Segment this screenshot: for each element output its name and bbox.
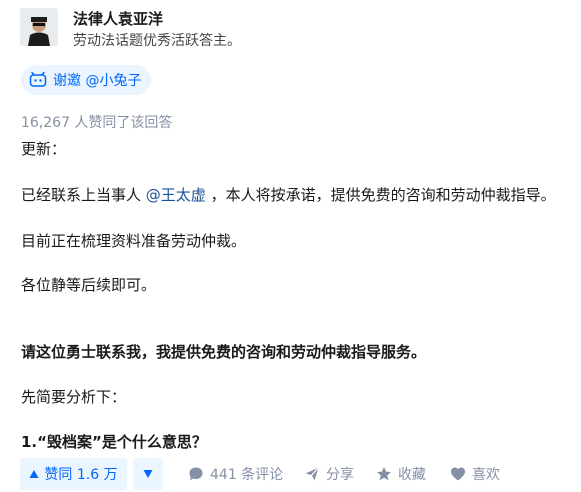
like-button[interactable]: 喜欢 xyxy=(450,458,500,490)
paragraph-update: 更新： xyxy=(21,140,67,158)
comments-button[interactable]: 441 条评论 xyxy=(188,458,283,490)
paragraph-preparing: 目前正在梳理资料准备劳动仲裁。 xyxy=(21,232,247,250)
vote-down-button[interactable] xyxy=(133,458,163,490)
paragraph-contacted: 已经联系上当事人 @王太虚 ，本人将按承诺，提供免费的咨询和劳动仲裁指导。 xyxy=(21,184,556,205)
heart-icon xyxy=(451,467,465,481)
comment-icon xyxy=(189,467,203,481)
invite-tag[interactable]: 谢邀 @小兔子 xyxy=(21,65,152,95)
author-name[interactable]: 法律人袁亚洋 xyxy=(73,8,163,29)
paragraph-analysis-intro: 先简要分析下： xyxy=(21,388,127,406)
favorite-button[interactable]: 收藏 xyxy=(376,458,426,490)
invite-icon xyxy=(29,71,47,87)
share-icon xyxy=(305,467,319,481)
action-bar: 赞同 1.6 万 441 条评论 分享 收藏 喜欢 xyxy=(0,456,581,492)
triangle-up-icon xyxy=(29,470,39,478)
like-label: 喜欢 xyxy=(472,467,500,483)
user-mention-link[interactable]: @王太虚 xyxy=(146,186,206,204)
invite-label: 谢邀 @小兔子 xyxy=(53,73,142,89)
author-bio: 劳动法话题优秀活跃答主。 xyxy=(73,33,241,49)
text-before-mention: 已经联系上当事人 xyxy=(21,186,146,204)
share-button[interactable]: 分享 xyxy=(304,458,354,490)
vote-up-button[interactable]: 赞同 1.6 万 xyxy=(20,458,127,490)
triangle-down-icon xyxy=(143,470,153,478)
avatar[interactable] xyxy=(20,8,58,46)
comments-label: 441 条评论 xyxy=(210,467,284,483)
paragraph-wait: 各位静等后续即可。 xyxy=(21,276,157,294)
share-label: 分享 xyxy=(326,467,354,483)
paragraph-bold-offer: 请这位勇士联系我，我提供免费的咨询和劳动仲裁指导服务。 xyxy=(21,343,427,361)
section-heading-1: 1.“毁档案”是个什么意思？ xyxy=(21,433,207,451)
text-after-mention: ，本人将按承诺，提供免费的咨询和劳动仲裁指导。 xyxy=(205,186,556,204)
star-icon xyxy=(377,467,391,481)
vote-up-label: 赞同 1.6 万 xyxy=(44,467,118,483)
avatar-image xyxy=(20,8,58,46)
favorite-label: 收藏 xyxy=(398,467,426,483)
vote-summary: 16,267 人赞同了该回答 xyxy=(21,115,173,131)
